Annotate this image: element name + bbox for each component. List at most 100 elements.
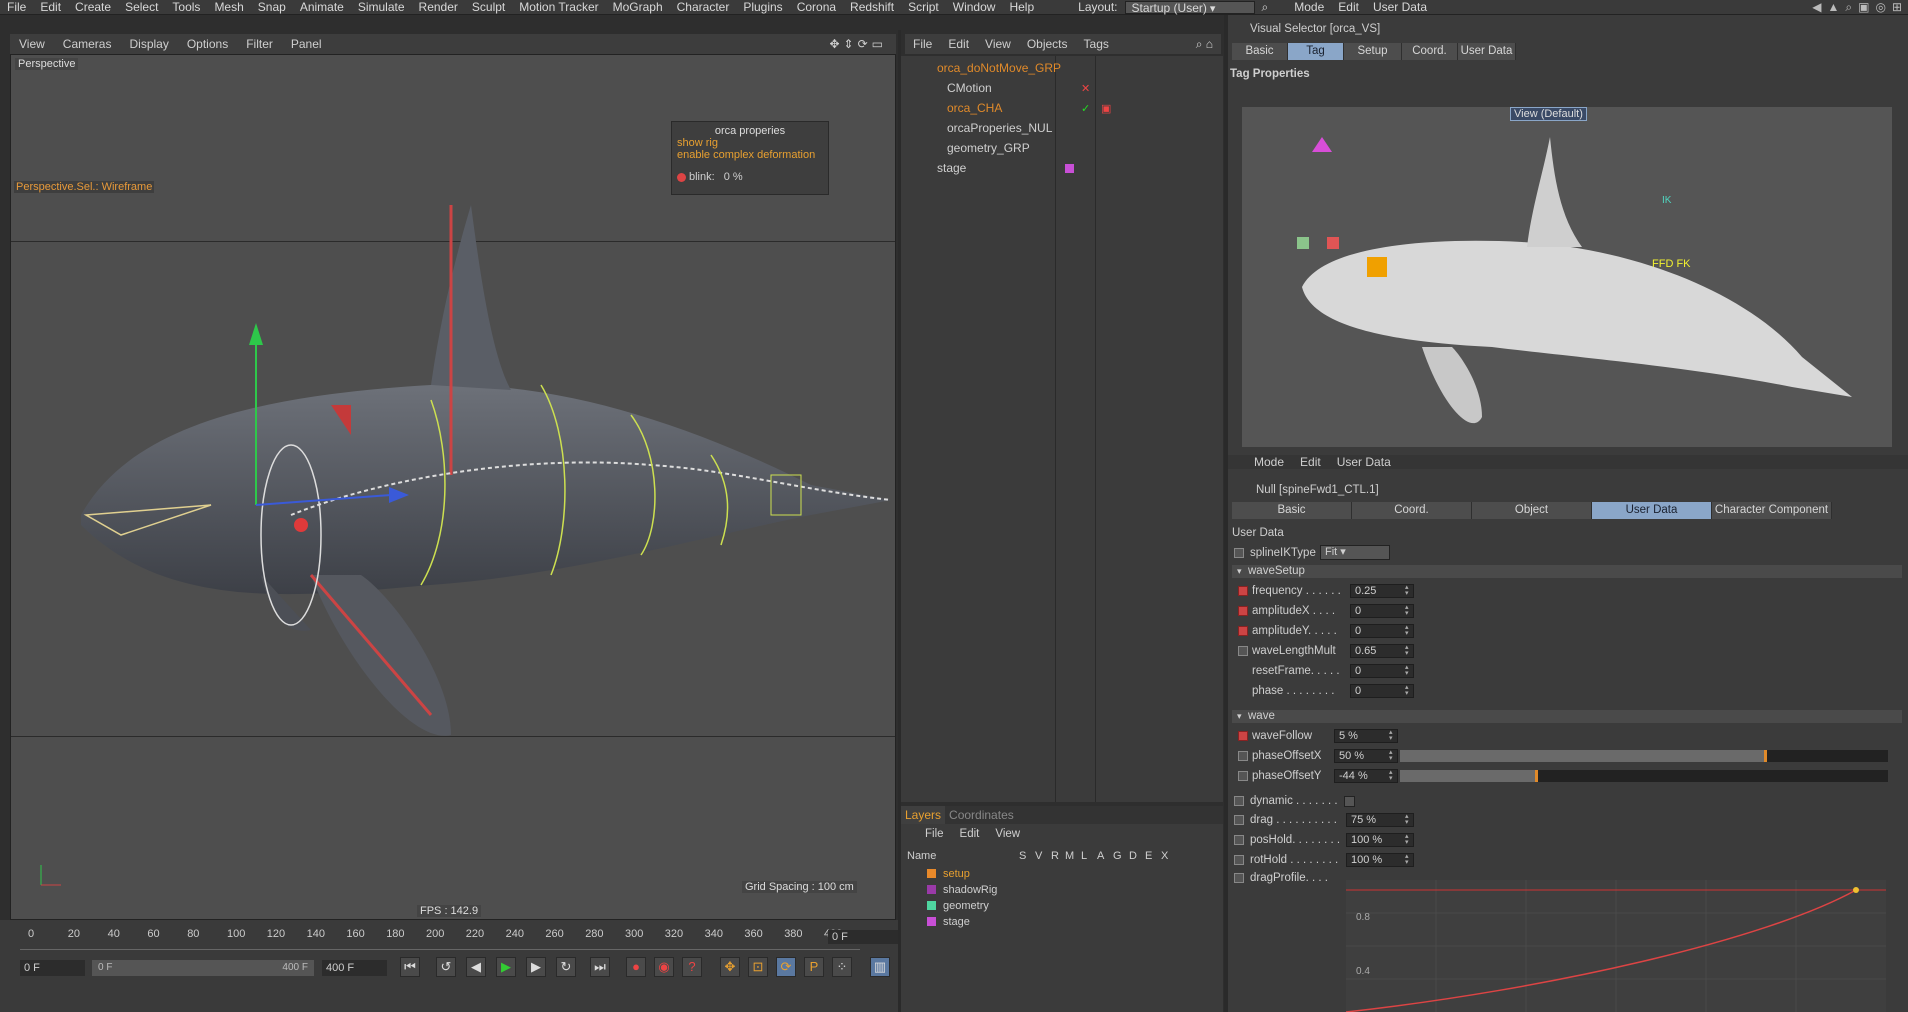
vp-menu-filter[interactable]: Filter xyxy=(237,37,282,51)
orca-silhouette[interactable]: FFD FK IK xyxy=(1242,107,1892,447)
tree-item[interactable]: orca_doNotMove_GRP xyxy=(901,58,1223,78)
next-key-button[interactable]: ↻ xyxy=(556,957,576,977)
keyframe-icon[interactable] xyxy=(1234,855,1244,865)
up-arrow-icon[interactable]: ▲ xyxy=(1827,0,1839,15)
settings-icon[interactable]: ◎ xyxy=(1875,0,1885,15)
tree-item[interactable]: orca_CHA xyxy=(901,98,1223,118)
attr-tab-object[interactable]: Object xyxy=(1472,502,1592,519)
play-button[interactable]: ▶ xyxy=(496,957,516,977)
ly-menu-edit[interactable]: Edit xyxy=(952,828,988,840)
splineiktype-dropdown[interactable]: Fit ▾ xyxy=(1320,545,1390,560)
menu-animate[interactable]: Animate xyxy=(293,0,351,14)
vp-menu-panel[interactable]: Panel xyxy=(282,37,331,51)
slider-handle[interactable] xyxy=(1764,750,1767,762)
top-right-mode[interactable]: Mode xyxy=(1287,0,1331,14)
param-slider[interactable] xyxy=(1400,770,1888,782)
tree-item[interactable]: CMotion xyxy=(901,78,1223,98)
param-value-field[interactable]: 0 xyxy=(1350,664,1414,678)
top-right-userdata[interactable]: User Data xyxy=(1366,0,1434,14)
menu-select[interactable]: Select xyxy=(118,0,165,14)
menu-corona[interactable]: Corona xyxy=(790,0,843,14)
expand-icon[interactable]: ⊞ xyxy=(1892,0,1902,15)
autokey-button[interactable]: ◉ xyxy=(654,957,674,977)
viewport-3d[interactable]: Perspective Perspective.Sel.: Wireframe … xyxy=(10,54,896,920)
vs-tab-userdata[interactable]: User Data xyxy=(1458,43,1516,60)
attr-menu-userdata[interactable]: User Data xyxy=(1329,455,1399,469)
menu-simulate[interactable]: Simulate xyxy=(351,0,412,14)
keyframe-icon[interactable] xyxy=(1238,626,1248,636)
keyframe-icon[interactable] xyxy=(1234,873,1244,883)
ob-menu-tags[interactable]: Tags xyxy=(1076,37,1117,51)
menu-create[interactable]: Create xyxy=(68,0,118,14)
keyframe-selection-button[interactable]: ? xyxy=(682,957,702,977)
layer-color-swatch[interactable] xyxy=(1065,164,1074,173)
visual-selector-canvas[interactable]: View (Default) FFD FK IK xyxy=(1242,107,1892,447)
layout-dropdown[interactable]: Startup (User) ▾ xyxy=(1124,0,1255,15)
record-parameter-button[interactable]: P xyxy=(804,957,824,977)
scheme-button[interactable]: ▥ xyxy=(870,957,890,977)
end-frame-field[interactable]: 400 F xyxy=(322,960,387,976)
record-pla-button[interactable]: ⁘ xyxy=(832,957,852,977)
vs-tab-basic[interactable]: Basic xyxy=(1232,43,1288,60)
ob-menu-view[interactable]: View xyxy=(977,37,1019,51)
record-scale-button[interactable]: ⊡ xyxy=(748,957,768,977)
param-value-field[interactable]: 0.65 xyxy=(1350,644,1414,658)
param-value-field[interactable]: 5 % xyxy=(1334,729,1398,743)
vp-menu-view[interactable]: View xyxy=(10,37,54,51)
prev-frame-button[interactable]: ◀ xyxy=(466,957,486,977)
param-value-field[interactable]: 0 xyxy=(1350,684,1414,698)
enabled-check-icon[interactable]: ✓ xyxy=(1081,102,1090,115)
param-value-field[interactable]: -44 % xyxy=(1334,769,1398,783)
param-value-field[interactable]: 50 % xyxy=(1334,749,1398,763)
menu-redshift[interactable]: Redshift xyxy=(843,0,901,14)
menu-mesh[interactable]: Mesh xyxy=(207,0,250,14)
start-frame-field[interactable]: 0 F xyxy=(20,960,85,976)
vs-tab-setup[interactable]: Setup xyxy=(1344,43,1402,60)
disabled-x-icon[interactable]: ✕ xyxy=(1081,82,1090,95)
attr-menu-edit[interactable]: Edit xyxy=(1292,455,1329,469)
lock-icon[interactable]: ▣ xyxy=(1858,0,1869,15)
keyframe-icon[interactable] xyxy=(1238,771,1248,781)
next-frame-button[interactable]: ▶ xyxy=(526,957,546,977)
top-right-edit[interactable]: Edit xyxy=(1331,0,1366,14)
hud-show-rig[interactable]: show rig xyxy=(677,137,823,149)
goto-start-button[interactable]: ⏮ xyxy=(400,957,420,977)
menu-help[interactable]: Help xyxy=(1002,0,1041,14)
param-slider[interactable] xyxy=(1400,750,1888,762)
dynamic-checkbox[interactable] xyxy=(1344,796,1355,807)
keyframe-icon[interactable] xyxy=(1238,731,1248,741)
vs-tab-coord[interactable]: Coord. xyxy=(1402,43,1458,60)
ob-menu-edit[interactable]: Edit xyxy=(940,37,977,51)
menu-motion-tracker[interactable]: Motion Tracker xyxy=(512,0,605,14)
menu-plugins[interactable]: Plugins xyxy=(736,0,789,14)
prev-key-button[interactable]: ↺ xyxy=(436,957,456,977)
hud-complex-deformation[interactable]: enable complex deformation xyxy=(677,149,823,161)
record-position-button[interactable]: ✥ xyxy=(720,957,740,977)
attr-tab-userdata[interactable]: User Data xyxy=(1592,502,1712,519)
param-value-field[interactable]: 100 % xyxy=(1346,853,1414,867)
keyframe-icon[interactable] xyxy=(1238,646,1248,656)
orca-properties-hud[interactable]: orca properies show rig enable complex d… xyxy=(671,121,829,195)
keyframe-icon[interactable] xyxy=(1238,751,1248,761)
vs-tab-tag[interactable]: Tag xyxy=(1288,43,1344,60)
goto-end-button[interactable]: ⏭ xyxy=(590,957,610,977)
search-icon[interactable]: ⌕ xyxy=(1845,0,1852,15)
current-frame-field[interactable]: 0 F xyxy=(828,930,898,944)
ob-menu-file[interactable]: File xyxy=(905,37,940,51)
tab-layers[interactable]: Layers xyxy=(901,806,946,824)
ob-search-icon[interactable]: ⌕ ⌂ xyxy=(1188,37,1221,52)
ob-menu-objects[interactable]: Objects xyxy=(1019,37,1076,51)
tree-item[interactable]: stage xyxy=(901,158,1223,178)
menu-sculpt[interactable]: Sculpt xyxy=(465,0,512,14)
back-arrow-icon[interactable]: ◀ xyxy=(1812,0,1821,15)
keyframe-icon[interactable] xyxy=(1238,586,1248,596)
param-value-field[interactable]: 75 % xyxy=(1346,813,1414,827)
menu-render[interactable]: Render xyxy=(412,0,465,14)
drag-profile-graph[interactable]: 0.8 0.4 xyxy=(1346,880,1886,1012)
param-value-field[interactable]: 0 xyxy=(1350,624,1414,638)
param-value-field[interactable]: 0 xyxy=(1350,604,1414,618)
hud-blink-value[interactable]: 0 % xyxy=(724,171,743,183)
attr-menu-mode[interactable]: Mode xyxy=(1228,455,1292,469)
menu-snap[interactable]: Snap xyxy=(251,0,293,14)
group-wavesetup[interactable]: waveSetup xyxy=(1232,565,1902,578)
